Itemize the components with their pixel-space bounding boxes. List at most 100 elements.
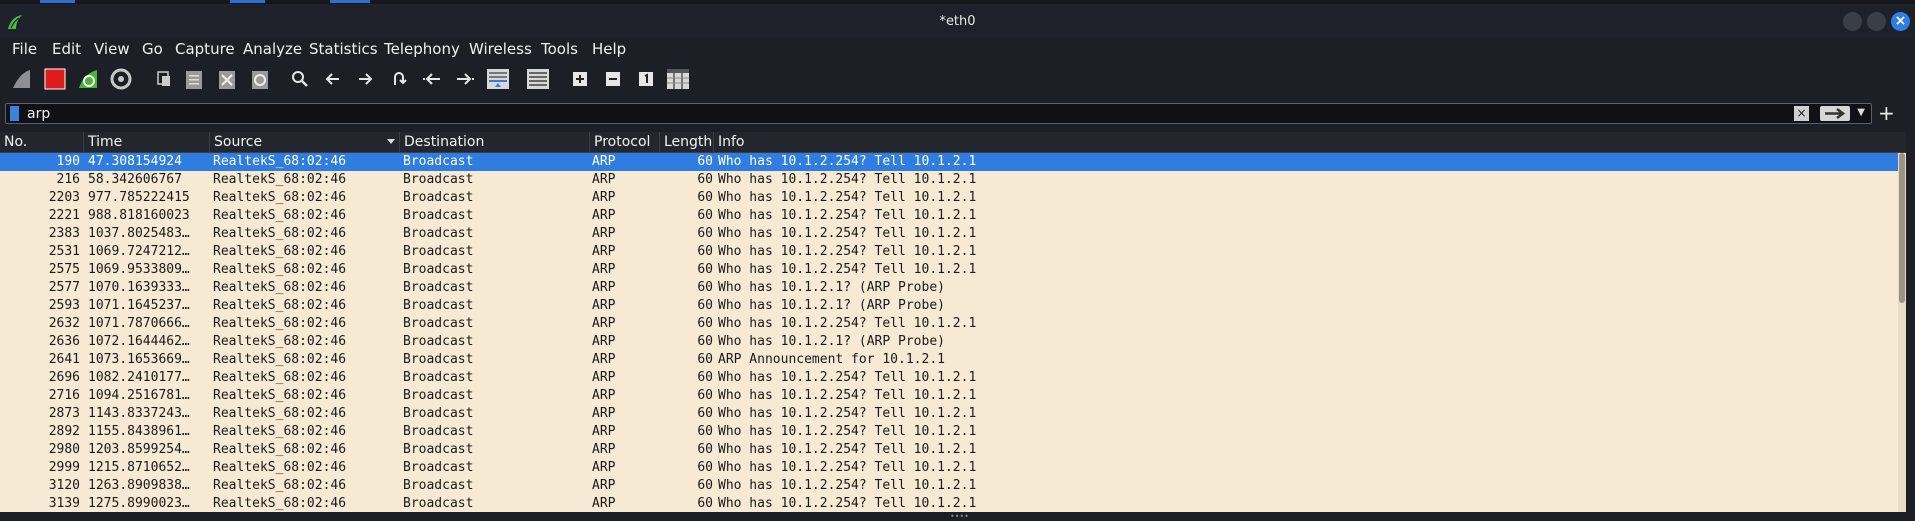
minimize-button[interactable] (1843, 12, 1862, 31)
packet-row[interactable]: 3139 1275.8990023… RealtekS_68:02:46 Broadc… (0, 495, 1906, 512)
bookmark-icon[interactable] (10, 106, 19, 121)
go-last-packet-icon[interactable] (453, 67, 477, 91)
packet-protocol-cell: ARP (592, 316, 616, 331)
go-forward-icon[interactable] (353, 67, 377, 91)
packet-info-cell: Who has 10.1.2.1? (ARP Probe) (718, 280, 945, 295)
menu-wireless[interactable]: Wireless (469, 40, 532, 58)
menu-file[interactable]: File (12, 40, 37, 58)
packet-row[interactable]: 2593 1071.1645237… RealtekS_68:02:46 Broadc… (0, 297, 1906, 315)
menu-tools[interactable]: Tools (541, 40, 578, 58)
packet-row[interactable]: 3120 1263.8909838… RealtekS_68:02:46 Broadc… (0, 477, 1906, 495)
menu-analyze[interactable]: Analyze (243, 40, 302, 58)
packet-no-cell: 2203 (48, 190, 80, 205)
packet-length-cell: 60 (697, 262, 713, 277)
save-file-icon[interactable] (182, 67, 206, 91)
menu-help[interactable]: Help (592, 40, 626, 58)
display-filter-field[interactable]: × ▼ (5, 103, 1872, 124)
packet-destination-cell: Broadcast (403, 262, 474, 277)
packet-protocol-cell: ARP (592, 424, 616, 439)
packet-no-cell: 2641 (48, 352, 80, 367)
packet-length-cell: 60 (697, 244, 713, 259)
packet-row[interactable]: 2575 1069.9533809… RealtekS_68:02:46 Broadc… (0, 261, 1906, 279)
packet-row[interactable]: 2892 1155.8438961… RealtekS_68:02:46 Broadc… (0, 423, 1906, 441)
open-file-icon[interactable] (152, 67, 176, 91)
packet-row[interactable]: 2636 1072.1644462… RealtekS_68:02:46 Broadc… (0, 333, 1906, 351)
packet-row[interactable]: 2203 977.785222415 RealtekS_68:02:46 Broadc… (0, 189, 1906, 207)
column-header-no[interactable]: No. (0, 132, 84, 152)
packet-info-cell: Who has 10.1.2.254? Tell 10.1.2.1 (718, 460, 977, 475)
packet-row[interactable]: 2696 1082.2410177… RealtekS_68:02:46 Broadc… (0, 369, 1906, 387)
capture-options-icon[interactable] (109, 67, 133, 91)
packet-source-cell: RealtekS_68:02:46 (213, 190, 347, 205)
packet-info-cell: Who has 10.1.2.254? Tell 10.1.2.1 (718, 226, 977, 241)
packet-source-cell: RealtekS_68:02:46 (213, 208, 347, 223)
autoscroll-icon[interactable] (486, 67, 510, 91)
packet-row[interactable]: 2221 988.818160023 RealtekS_68:02:46 Broadc… (0, 207, 1906, 225)
add-filter-button-icon[interactable]: + (1878, 101, 1895, 125)
reload-file-icon[interactable] (248, 67, 272, 91)
packet-length-cell: 60 (697, 298, 713, 313)
packet-row[interactable]: 2383 1037.8025483… RealtekS_68:02:46 Broadc… (0, 225, 1906, 243)
resize-columns-icon[interactable] (666, 67, 690, 91)
scrollbar-thumb[interactable] (1899, 153, 1905, 303)
packet-length-cell: 60 (697, 226, 713, 241)
menu-go[interactable]: Go (142, 40, 163, 58)
packet-time-cell: 1069.9533809… (88, 262, 190, 277)
packet-time-cell: 988.818160023 (88, 208, 190, 223)
find-packet-icon[interactable] (288, 67, 312, 91)
go-first-packet-icon[interactable] (420, 67, 444, 91)
packet-row[interactable]: 2999 1215.8710652… RealtekS_68:02:46 Broadc… (0, 459, 1906, 477)
go-to-packet-icon[interactable] (387, 67, 411, 91)
packet-no-cell: 216 (56, 172, 80, 187)
column-header-length[interactable]: Length (660, 132, 714, 152)
display-filter-input[interactable] (27, 105, 1527, 122)
clear-filter-icon[interactable]: × (1794, 106, 1809, 121)
restart-capture-icon[interactable] (76, 67, 100, 91)
packet-no-cell: 2593 (48, 298, 80, 313)
packet-list[interactable]: No. Time Source Destination Protocol Len… (0, 132, 1906, 512)
chevron-down-icon[interactable]: ▼ (1857, 107, 1865, 118)
column-header-time[interactable]: Time (84, 132, 210, 152)
packet-no-cell: 2383 (48, 226, 80, 241)
packet-row[interactable]: 2980 1203.8599254… RealtekS_68:02:46 Broadc… (0, 441, 1906, 459)
packet-row[interactable]: 2632 1071.7870666… RealtekS_68:02:46 Broadc… (0, 315, 1906, 333)
packet-row[interactable]: 216 58.342606767 RealtekS_68:02:46 Broadcas… (0, 171, 1906, 189)
menu-telephony[interactable]: Telephony (384, 40, 460, 58)
packet-destination-cell: Broadcast (403, 244, 474, 259)
zoom-out-icon[interactable] (601, 67, 625, 91)
normal-size-icon[interactable] (634, 67, 658, 91)
packet-info-cell: Who has 10.1.2.254? Tell 10.1.2.1 (718, 388, 977, 403)
menu-capture[interactable]: Capture (175, 40, 235, 58)
column-header-protocol[interactable]: Protocol (590, 132, 660, 152)
packet-no-cell: 2577 (48, 280, 80, 295)
menu-statistics[interactable]: Statistics (309, 40, 378, 58)
close-file-icon[interactable] (215, 67, 239, 91)
stop-capture-icon[interactable] (43, 67, 67, 91)
close-window-button[interactable]: × (1891, 12, 1910, 31)
packet-no-cell: 2632 (48, 316, 80, 331)
packet-length-cell: 60 (697, 352, 713, 367)
menu-view[interactable]: View (94, 40, 130, 58)
go-back-icon[interactable] (321, 67, 345, 91)
packet-source-cell: RealtekS_68:02:46 (213, 460, 347, 475)
column-header-info[interactable]: Info (714, 132, 1906, 152)
packet-row[interactable]: 190 47.308154924 RealtekS_68:02:46 Broadcas… (0, 153, 1906, 171)
packet-protocol-cell: ARP (592, 172, 616, 187)
packet-source-cell: RealtekS_68:02:46 (213, 388, 347, 403)
packet-protocol-cell: ARP (592, 442, 616, 457)
colorize-icon[interactable] (526, 67, 550, 91)
maximize-button[interactable] (1867, 12, 1886, 31)
packet-row[interactable]: 2577 1070.1639333… RealtekS_68:02:46 Broadc… (0, 279, 1906, 297)
menu-edit[interactable]: Edit (52, 40, 81, 58)
packet-row[interactable]: 2641 1073.1653669… RealtekS_68:02:46 Broadc… (0, 351, 1906, 369)
packet-info-cell: Who has 10.1.2.254? Tell 10.1.2.1 (718, 442, 977, 457)
zoom-in-icon[interactable] (568, 67, 592, 91)
packet-row[interactable]: 2531 1069.7247212… RealtekS_68:02:46 Broadc… (0, 243, 1906, 261)
packet-row[interactable]: 2716 1094.2516781… RealtekS_68:02:46 Broadc… (0, 387, 1906, 405)
column-header-destination[interactable]: Destination (400, 132, 590, 152)
column-header-source[interactable]: Source (210, 132, 400, 152)
packet-row[interactable]: 2873 1143.8337243… RealtekS_68:02:46 Broadc… (0, 405, 1906, 423)
apply-filter-button[interactable] (1820, 106, 1850, 121)
vertical-scrollbar[interactable] (1898, 153, 1906, 512)
shark-fin-icon[interactable] (10, 67, 34, 91)
